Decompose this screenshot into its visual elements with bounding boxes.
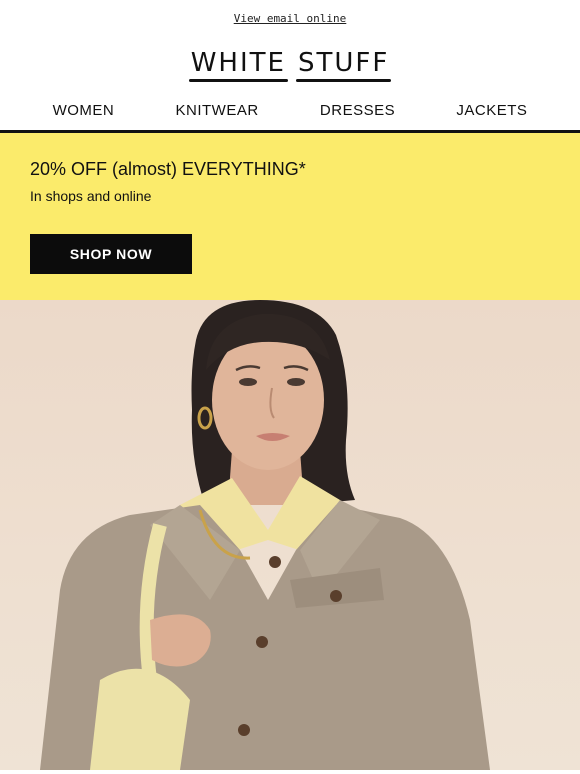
nav-item-knitwear[interactable]: KNITWEAR — [176, 102, 259, 119]
promo-subtitle: In shops and online — [30, 188, 152, 204]
top-bar: View email online — [0, 0, 580, 36]
shop-now-button[interactable]: SHOP NOW — [30, 234, 192, 274]
white-stuff-logo[interactable]: WHITE STUFF — [188, 48, 392, 82]
hero-model-illustration — [40, 300, 490, 770]
view-email-online-link[interactable]: View email online — [234, 12, 347, 25]
hero-image[interactable] — [0, 300, 580, 770]
logo-word-white: WHITE — [188, 48, 289, 82]
logo-word-stuff: STUFF — [295, 48, 392, 82]
main-nav: WOMEN KNITWEAR DRESSES JACKETS — [0, 90, 580, 130]
nav-item-dresses[interactable]: DRESSES — [320, 102, 395, 119]
nav-item-jackets[interactable]: JACKETS — [456, 102, 527, 119]
nav-item-women[interactable]: WOMEN — [53, 102, 115, 119]
logo-area: WHITE STUFF — [0, 36, 580, 90]
promo-title: 20% OFF (almost) EVERYTHING* — [30, 159, 306, 179]
promo-banner: 20% OFF (almost) EVERYTHING* In shops an… — [0, 133, 580, 300]
